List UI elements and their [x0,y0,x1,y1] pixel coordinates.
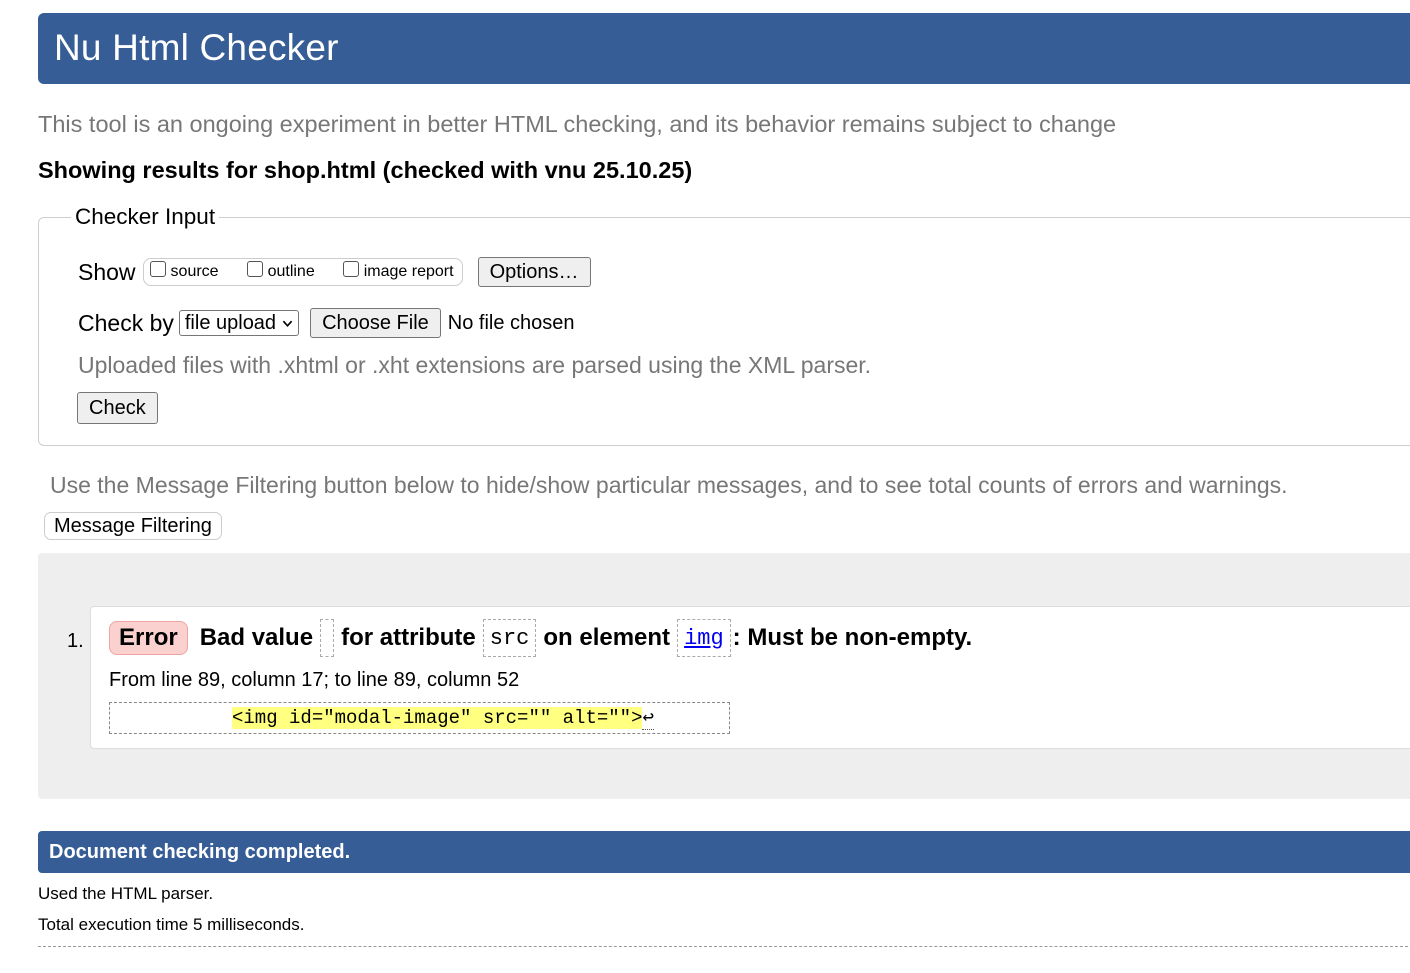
show-label: Show [78,258,136,285]
checkbox-label: outline [267,263,315,280]
check-button[interactable]: Check [77,392,158,424]
message-text: Bad value [199,624,314,651]
check-by-label: Check by [78,309,174,336]
check-by-select[interactable]: file upload [178,310,300,336]
chevron-down-icon [282,320,293,327]
return-icon: ↩ [642,707,654,730]
check-by-row: Check by file upload Choose File No file… [78,308,575,338]
message-summary: Error Bad value for attribute src on ele… [109,619,972,657]
message-number: 1. [67,630,84,652]
choose-file-button[interactable]: Choose File [310,308,441,338]
message-text: : Must be non-empty. [732,624,973,651]
checkbox-box[interactable] [149,261,166,277]
message-text: on element [543,624,671,651]
page-header: Nu Html Checker [38,13,1410,84]
results-heading: Showing results for shop.html (checked w… [38,157,693,183]
element-code: img [677,619,731,657]
check-row: Check [77,392,158,424]
show-options: source outline image report [142,258,463,286]
show-row: Show source outline image report Options… [78,257,591,287]
completion-text: Document checking completed. [49,841,351,863]
checkbox-box[interactable] [246,261,263,277]
upload-hint: Uploaded files with .xhtml or .xht exten… [78,352,872,378]
checkbox-box[interactable] [342,261,359,277]
source-extract: <img id="modal-image" src="" alt=""> ↩ [109,702,730,734]
options-button[interactable]: Options… [477,257,591,287]
message-filtering-button[interactable]: Message Filtering [44,512,222,540]
show-source-checkbox[interactable]: source [149,261,219,281]
divider [38,946,1410,947]
show-outline-checkbox[interactable]: outline [246,261,315,281]
check-by-selected: file upload [184,311,277,334]
element-link[interactable]: img [684,626,724,651]
intro-text: This tool is an ongoing experiment in be… [38,111,1117,137]
page-title: Nu Html Checker [54,27,339,68]
extract-highlight: <img id="modal-image" src="" alt=""> [232,707,643,729]
error-badge: Error [109,621,188,655]
file-status: No file chosen [447,311,575,334]
attribute-code: src [482,619,537,657]
show-image-report-checkbox[interactable]: image report [342,261,454,281]
message-text: for attribute [341,624,476,651]
parser-info: Used the HTML parser. [38,884,214,903]
results-area: 1. Error Bad value for attribute src on … [38,553,1410,799]
error-message: Error Bad value for attribute src on ele… [90,606,1410,749]
checkbox-label: source [170,263,219,280]
message-location: From line 89, column 17; to line 89, col… [109,669,520,691]
completion-banner: Document checking completed. [38,831,1410,873]
execution-time: Total execution time 5 milliseconds. [38,915,305,934]
checker-input-legend: Checker Input [75,204,216,229]
filtering-text: Use the Message Filtering button below t… [50,472,1288,498]
checkbox-label: image report [363,263,454,280]
empty-value-code [320,619,335,657]
